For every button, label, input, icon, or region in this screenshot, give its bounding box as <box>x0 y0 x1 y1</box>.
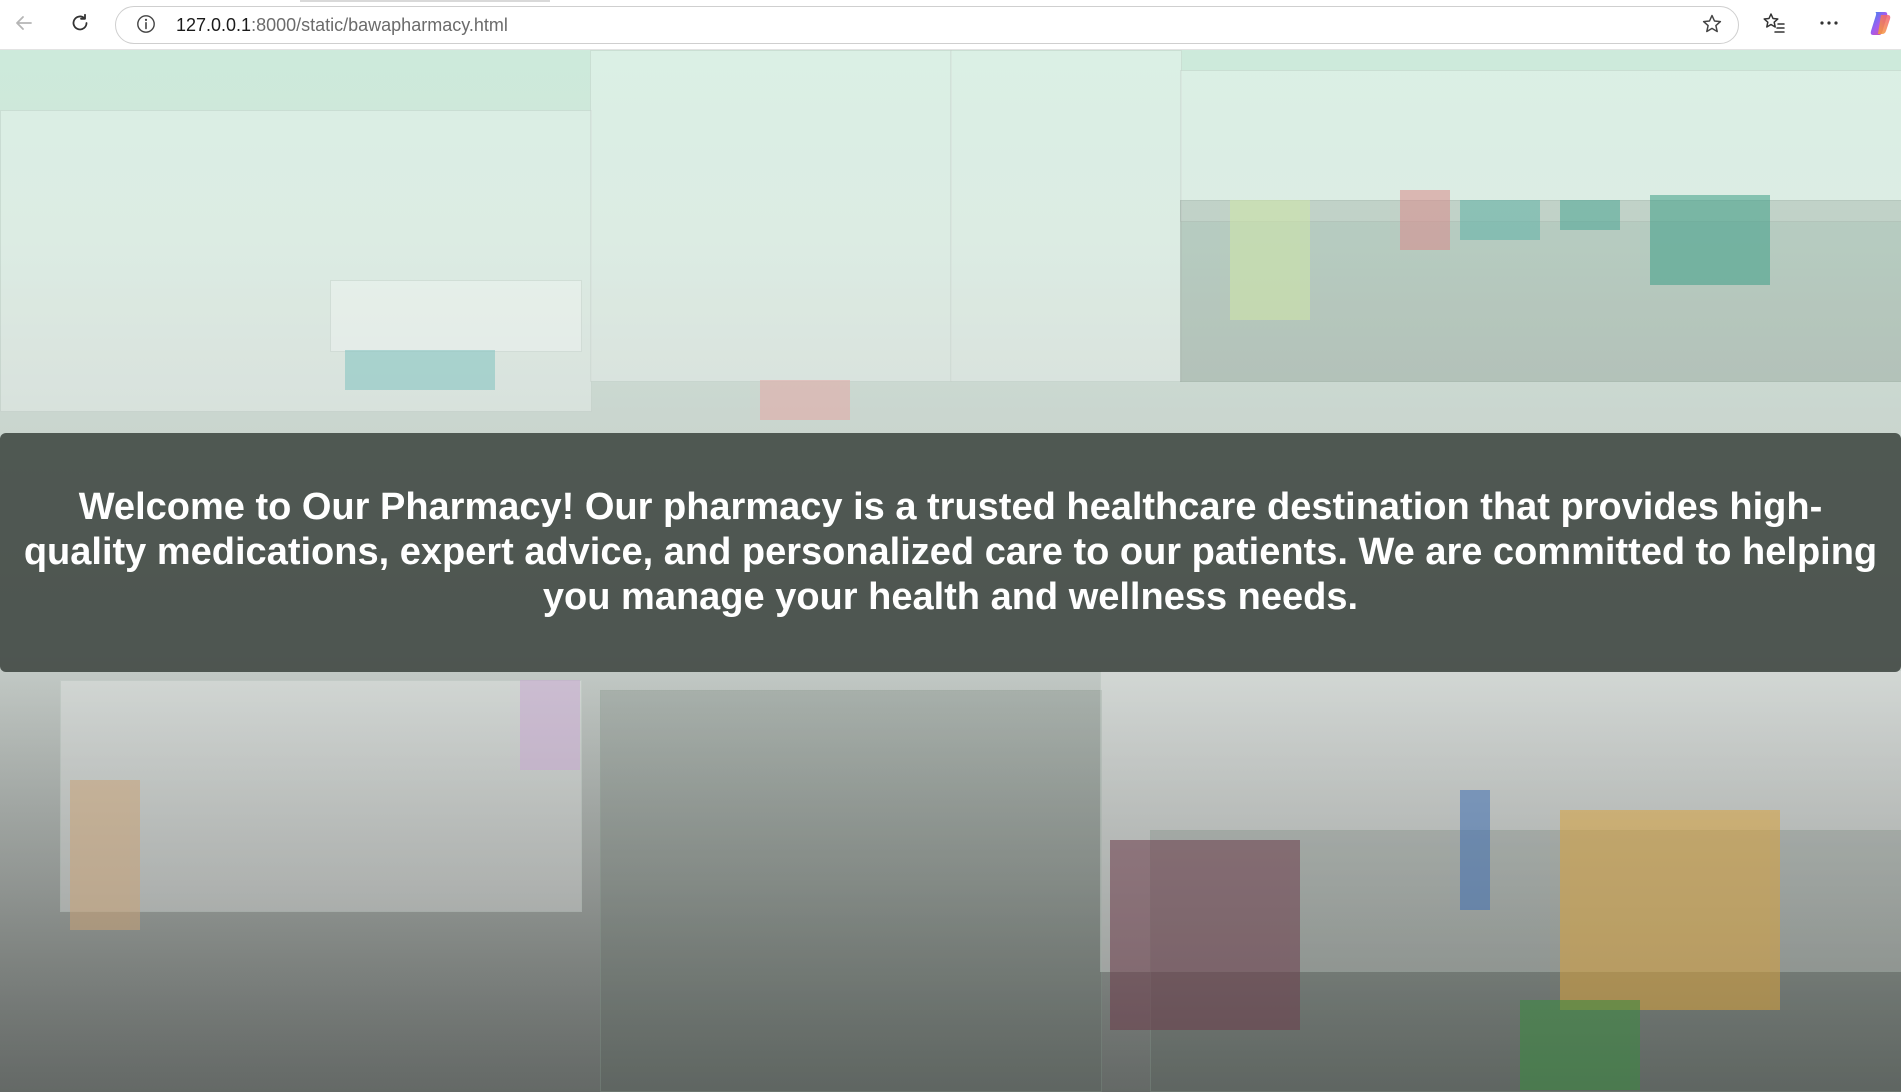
welcome-banner: Welcome to Our Pharmacy! Our pharmacy is… <box>0 433 1901 672</box>
more-options-button[interactable] <box>1813 9 1845 41</box>
copilot-icon <box>1866 9 1894 42</box>
favorites-icon <box>1762 11 1786 40</box>
site-info-button[interactable] <box>135 14 157 39</box>
url-host: 127.0.0.1 <box>176 15 252 35</box>
address-bar[interactable]: 127.0.0.1:8000/static/bawapharmacy.html <box>115 6 1739 44</box>
back-button[interactable] <box>6 7 42 43</box>
copilot-button[interactable] <box>1864 9 1896 41</box>
reload-icon <box>69 12 91 39</box>
url-path: :8000/static/bawapharmacy.html <box>251 15 508 35</box>
favorites-button[interactable] <box>1758 9 1790 41</box>
back-arrow-icon <box>13 12 35 39</box>
url-text[interactable]: 127.0.0.1:8000/static/bawapharmacy.html <box>176 7 508 43</box>
tab-strip-indicator <box>300 0 550 2</box>
reload-button[interactable] <box>62 7 98 43</box>
add-favorite-button[interactable] <box>1700 14 1724 38</box>
browser-toolbar: 127.0.0.1:8000/static/bawapharmacy.html <box>0 0 1901 50</box>
star-icon <box>1701 13 1723 40</box>
page-viewport: Welcome to Our Pharmacy! Our pharmacy is… <box>0 50 1901 1092</box>
more-icon <box>1818 12 1840 39</box>
info-icon <box>136 14 156 39</box>
welcome-message: Welcome to Our Pharmacy! Our pharmacy is… <box>23 486 1878 618</box>
